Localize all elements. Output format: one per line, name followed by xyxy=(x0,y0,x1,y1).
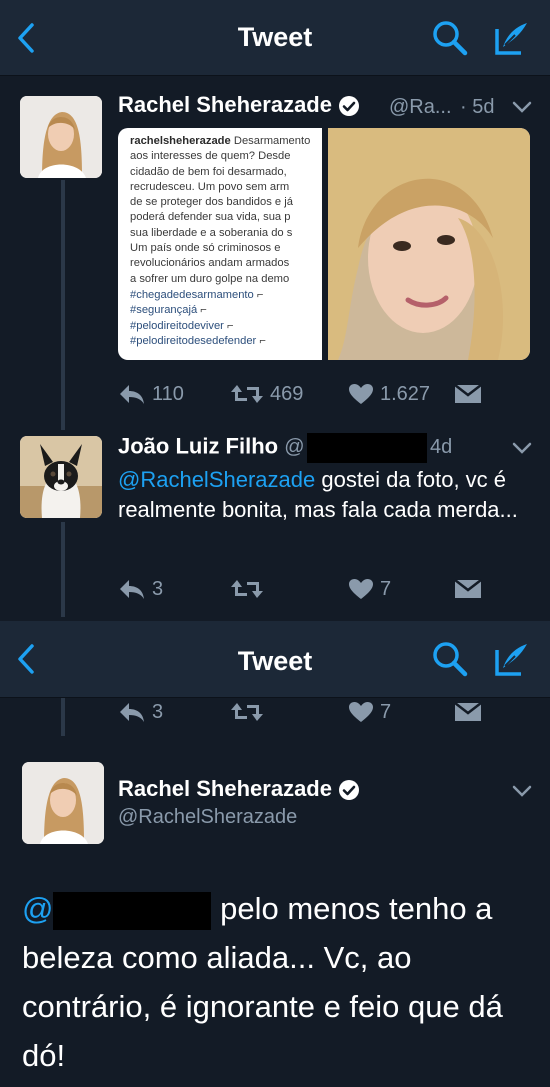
reply-icon xyxy=(120,385,144,404)
verified-badge-icon xyxy=(338,780,359,801)
thread-line xyxy=(61,522,65,617)
tweet-actions: 3 7 xyxy=(118,571,550,607)
like-count: 7 xyxy=(380,700,392,723)
instagram-screenshot: rachelsheherazade Desarmamento aos inter… xyxy=(118,128,322,360)
caption-line: de se proteger dos bandidos e já xyxy=(130,196,293,209)
tweet-text: @RachelSherazade gostei da foto, vc é re… xyxy=(118,465,528,525)
retweet-icon xyxy=(231,385,263,403)
redaction-box xyxy=(306,433,427,463)
top-navbar: Tweet xyxy=(0,0,550,76)
author-handle[interactable]: @ xyxy=(284,433,427,463)
hashtag: #chegadedesarmamento xyxy=(130,288,254,301)
retweet-button[interactable] xyxy=(230,571,264,607)
author-name[interactable]: Rachel Sheherazade xyxy=(118,92,360,118)
tweet-actions: 3 7 xyxy=(118,694,550,730)
dm-button[interactable] xyxy=(454,376,482,412)
avatar[interactable] xyxy=(22,762,104,844)
caption-line: Um país onde só criminosos e xyxy=(130,242,281,255)
thread-line xyxy=(61,180,65,430)
author-name[interactable]: João Luiz Filho @ xyxy=(118,433,427,463)
envelope-icon xyxy=(454,702,482,721)
dog-avatar-photo xyxy=(20,436,102,518)
top-navbar: Tweet xyxy=(0,621,550,698)
gun-icon: ⌐ xyxy=(200,304,207,317)
like-button[interactable]: 1.627 xyxy=(348,376,430,412)
envelope-icon xyxy=(454,384,482,403)
chevron-down-icon[interactable] xyxy=(512,784,532,798)
search-icon xyxy=(433,20,468,55)
retweet-count: 469 xyxy=(270,382,304,405)
author-handle[interactable]: @RachelSherazade xyxy=(118,806,297,829)
retweet-icon xyxy=(231,580,263,598)
caption-line: revolucionários andam armados xyxy=(130,257,290,270)
heart-icon xyxy=(349,579,373,599)
caption-line: recrudesceu. Um povo sem arm xyxy=(130,180,290,193)
hashtag: #segurançajá xyxy=(130,304,198,317)
avatar-photo xyxy=(22,762,104,844)
gun-icon: ⌐ xyxy=(227,319,234,332)
reply-count: 3 xyxy=(152,700,164,723)
search-button[interactable] xyxy=(428,621,472,697)
compose-icon xyxy=(495,22,527,55)
avatar-photo xyxy=(20,96,102,178)
chevron-down-icon[interactable] xyxy=(512,441,532,455)
gun-icon: ⌐ xyxy=(256,288,264,301)
tweet-media[interactable]: rachelsheherazade Desarmamento aos inter… xyxy=(118,128,530,360)
selfie-photo xyxy=(328,128,530,360)
mention-link[interactable]: @RachelSherazade xyxy=(118,467,315,492)
reply-button[interactable]: 3 xyxy=(118,694,163,730)
tweet-text: @ pelo menos tenho a beleza como aliada.… xyxy=(22,884,532,1080)
tweet-time: · 5d xyxy=(460,96,495,118)
reply-icon xyxy=(120,580,144,599)
dm-button[interactable] xyxy=(454,571,482,607)
reply-count: 110 xyxy=(152,382,184,405)
chevron-down-icon[interactable] xyxy=(512,100,532,114)
compose-button[interactable] xyxy=(490,0,534,75)
search-icon xyxy=(433,642,468,677)
dm-button[interactable] xyxy=(454,694,482,730)
retweet-button[interactable] xyxy=(230,694,264,730)
reply-button[interactable]: 110 xyxy=(118,376,184,412)
reply-button[interactable]: 3 xyxy=(118,571,163,607)
retweet-button[interactable]: 469 xyxy=(230,376,303,412)
caption-line: aos interesses de quem? Desde xyxy=(130,150,291,163)
caption-line: Desarmamento xyxy=(230,135,311,147)
reply-count: 3 xyxy=(152,577,164,600)
hashtag: #pelodireitodesedefender xyxy=(130,334,257,347)
envelope-icon xyxy=(454,579,482,598)
author-name[interactable]: Rachel Sheherazade xyxy=(118,776,360,802)
reply-icon xyxy=(120,703,144,722)
tweet-time: 4d xyxy=(430,436,453,458)
avatar[interactable] xyxy=(20,436,102,518)
author-handle[interactable]: @Ra... xyxy=(389,96,452,119)
mention-link[interactable]: @ xyxy=(22,891,212,930)
verified-badge-icon xyxy=(338,96,359,117)
compose-button[interactable] xyxy=(490,621,534,697)
hashtag: #pelodireitodeviver xyxy=(130,319,224,332)
search-button[interactable] xyxy=(428,0,472,75)
redaction-box xyxy=(53,891,212,930)
instagram-caption: rachelsheherazade Desarmamento aos inter… xyxy=(130,134,330,349)
compose-icon xyxy=(495,644,527,676)
tweet-actions: 110 469 1.627 xyxy=(118,376,550,412)
heart-icon xyxy=(349,702,373,722)
avatar[interactable] xyxy=(20,96,102,178)
caption-line: sua liberdade e a soberania do s xyxy=(130,226,293,239)
caption-line: a sofrer um duro golpe na demo xyxy=(130,272,290,285)
caption-line: cidadão de bem foi desarmado, xyxy=(130,165,287,178)
like-count: 7 xyxy=(380,577,392,600)
heart-icon xyxy=(349,384,373,404)
thread-line xyxy=(61,698,65,736)
like-button[interactable]: 7 xyxy=(348,694,391,730)
instagram-username: rachelsheherazade xyxy=(130,135,231,147)
gun-icon: ⌐ xyxy=(259,334,266,347)
like-button[interactable]: 7 xyxy=(348,571,391,607)
retweet-icon xyxy=(231,703,263,721)
caption-line: poderá defender sua vida, sua p xyxy=(130,211,291,224)
like-count: 1.627 xyxy=(380,382,431,405)
